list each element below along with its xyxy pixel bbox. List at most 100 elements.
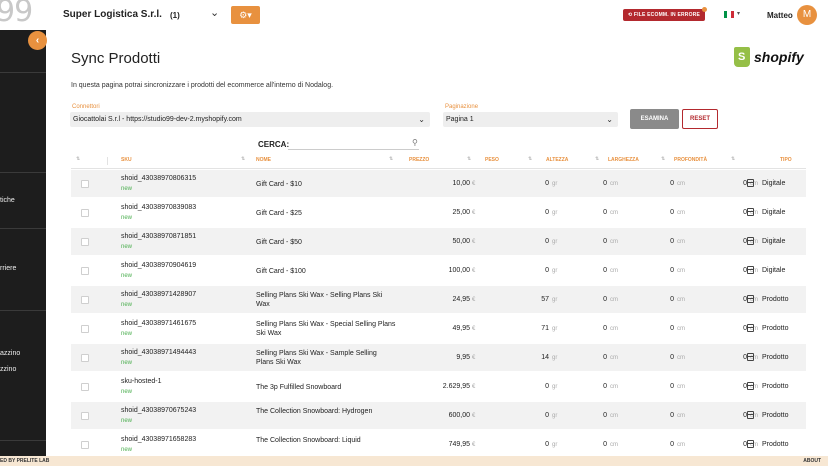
footer-about-link[interactable]: ABOUT — [803, 458, 821, 464]
column-header-altezza[interactable]: ALTEZZA — [546, 157, 568, 163]
row-checkbox[interactable] — [81, 354, 89, 362]
reset-button[interactable]: RESET — [682, 109, 718, 129]
table-row[interactable]: shoid_43038971428907 new Selling Plans S… — [71, 286, 806, 313]
cell-tipo: Digitale — [762, 267, 786, 274]
length-unit: cm — [677, 297, 685, 303]
length-unit: cm — [610, 355, 618, 361]
search-input[interactable] — [288, 139, 419, 150]
file-error-button[interactable]: ⟲ FILE ECOMM. IN ERRORE — [623, 9, 705, 21]
cell-prezzo: 25,00 — [452, 209, 470, 216]
paginazione-select[interactable]: Pagina 1 ⌄ — [443, 112, 618, 127]
sort-icon[interactable]: ⇅ — [467, 156, 471, 162]
company-name[interactable]: Super Logistica S.r.l. — [63, 9, 162, 20]
sort-icon[interactable]: ⇅ — [389, 156, 393, 162]
column-header-prezzo[interactable]: PREZZO — [409, 157, 429, 163]
row-checkbox[interactable] — [81, 383, 89, 391]
cell-altezza: 0 — [603, 209, 607, 216]
sort-icon[interactable]: ⇅ — [731, 156, 735, 162]
sidebar-toggle-chevron-left-icon[interactable]: ‹ — [28, 31, 47, 50]
cell-nome: Selling Plans Ski Wax - Sample Selling P… — [256, 350, 377, 366]
sidebar-item-label[interactable]: tiche — [0, 197, 15, 204]
cell-nome: Selling Plans Ski Wax - Special Selling … — [256, 321, 396, 337]
currency-unit: € — [472, 239, 476, 245]
cell-sku: shoid_43038971494443 — [121, 349, 197, 356]
cell-altezza: 0 — [603, 296, 607, 303]
avatar[interactable]: M — [797, 5, 817, 25]
table-row[interactable]: shoid_43038970904619 new Gift Card - $10… — [71, 257, 806, 284]
chevron-down-icon[interactable]: ▾ — [737, 10, 740, 17]
sidebar-item-label[interactable]: azzino — [0, 350, 20, 357]
row-checkbox[interactable] — [81, 296, 89, 304]
cell-nome: The 3p Fulfilled Snowboard — [256, 384, 342, 391]
currency-unit: € — [472, 268, 476, 274]
new-badge: new — [121, 186, 133, 192]
row-checkbox[interactable] — [81, 441, 89, 449]
length-unit: cm — [610, 239, 618, 245]
table-row[interactable]: shoid_43038970675243 new The Collection … — [71, 402, 806, 429]
row-checkbox[interactable] — [81, 209, 89, 217]
gift-card-icon — [747, 208, 754, 216]
connettori-select[interactable]: Giocattolai S.r.l - https://studio99-dev… — [70, 112, 430, 127]
column-header-larghezza[interactable]: LARGHEZZA — [608, 157, 639, 163]
sort-icon[interactable]: ⇅ — [528, 156, 532, 162]
row-checkbox[interactable] — [81, 325, 89, 333]
sidebar-divider — [0, 228, 46, 229]
cell-larghezza: 0 — [670, 325, 674, 332]
row-checkbox[interactable] — [81, 267, 89, 275]
sort-icon[interactable]: ⇅ — [241, 156, 245, 162]
cell-profondita: 0 — [743, 441, 747, 448]
length-unit: cm — [610, 297, 618, 303]
length-unit: cm — [677, 355, 685, 361]
column-header-tipo[interactable]: TIPO — [780, 157, 792, 163]
actions-cogs-icon[interactable]: ⚙▾ — [231, 6, 260, 24]
table-row[interactable]: shoid_43038971461675 new Selling Plans S… — [71, 315, 806, 342]
table-row[interactable]: sku-hosted-1 new The 3p Fulfilled Snowbo… — [71, 373, 806, 400]
column-header-profondita[interactable]: PROFONDITÀ — [674, 157, 707, 163]
table-row[interactable]: shoid_43038970839083 new Gift Card - $25… — [71, 199, 806, 226]
cell-altezza: 0 — [603, 325, 607, 332]
cell-altezza: 0 — [603, 354, 607, 361]
logo[interactable]: 99 — [0, 0, 46, 30]
row-checkbox[interactable] — [81, 180, 89, 188]
cell-peso: 0 — [545, 412, 549, 419]
row-checkbox[interactable] — [81, 412, 89, 420]
user-name[interactable]: Matteo — [767, 11, 793, 20]
intro-text: In questa pagina potrai sincronizzare i … — [71, 82, 334, 89]
sort-icon[interactable]: ⇅ — [76, 156, 80, 162]
cell-sku: shoid_43038971658283 — [121, 436, 197, 443]
column-header-peso[interactable]: PESO — [485, 157, 499, 163]
row-checkbox[interactable] — [81, 238, 89, 246]
cell-nome: The Collection Snowboard: Liquid — [256, 437, 361, 444]
column-header-nome[interactable]: NOME — [256, 157, 271, 163]
cell-sku: shoid_43038970871851 — [121, 233, 197, 240]
italy-flag-icon[interactable] — [724, 11, 734, 18]
currency-unit: € — [472, 384, 476, 390]
cell-tipo: Prodotto — [762, 383, 789, 390]
table-row[interactable]: shoid_43038971494443 new Selling Plans S… — [71, 344, 806, 371]
cell-tipo: Prodotto — [762, 325, 789, 332]
cell-altezza: 0 — [603, 383, 607, 390]
sidebar-item-label[interactable]: zzino — [0, 366, 16, 373]
sort-icon[interactable]: ⇅ — [595, 156, 599, 162]
calendar-box-icon — [747, 324, 754, 332]
cell-nome: Gift Card - $10 — [256, 181, 302, 188]
column-header-sku[interactable]: SKU — [121, 157, 132, 163]
sidebar: 99 tiche rriere azzino zzino — [0, 0, 46, 456]
sort-icon[interactable]: ⇅ — [661, 156, 665, 162]
cell-nome: Gift Card - $25 — [256, 210, 302, 217]
footer-credit[interactable]: ED BY PRELITE LAB — [0, 458, 49, 464]
cell-nome: Gift Card - $50 — [256, 239, 302, 246]
gift-card-icon — [747, 179, 754, 187]
column-divider — [107, 157, 108, 165]
esamina-button[interactable]: ESAMINA — [630, 109, 679, 129]
cell-tipo: Digitale — [762, 209, 786, 216]
cell-peso: 0 — [545, 441, 549, 448]
table-row[interactable]: shoid_43038971658283 new The Collection … — [71, 431, 806, 458]
length-unit: cm — [677, 210, 685, 216]
cell-altezza: 0 — [603, 180, 607, 187]
sidebar-item-label[interactable]: rriere — [0, 265, 16, 272]
chevron-down-icon[interactable]: ⌄ — [210, 6, 219, 19]
table-row[interactable]: shoid_43038970871851 new Gift Card - $50… — [71, 228, 806, 255]
table-row[interactable]: shoid_43038970806315 new Gift Card - $10… — [71, 170, 806, 197]
search-icon[interactable]: ⚲ — [412, 138, 418, 147]
